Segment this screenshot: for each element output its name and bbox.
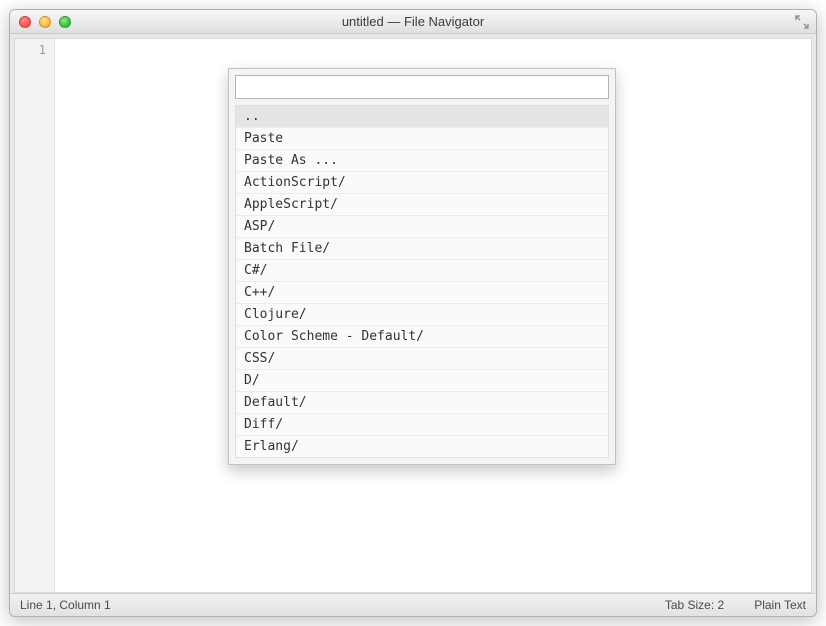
palette-item-default[interactable]: Default/ [236,392,608,414]
palette-item-asp[interactable]: ASP/ [236,216,608,238]
window-title: untitled — File Navigator [10,14,816,29]
palette-item-batch-file[interactable]: Batch File/ [236,238,608,260]
file-navigator-palette: .. Paste Paste As ... ActionScript/ Appl… [228,68,616,465]
status-syntax[interactable]: Plain Text [754,598,806,612]
minimize-icon[interactable] [39,16,51,28]
status-bar: Line 1, Column 1 Tab Size: 2 Plain Text [10,593,816,616]
window-body: 1 .. Paste Paste As ... ActionScript/ Ap… [10,34,816,593]
close-icon[interactable] [19,16,31,28]
status-position[interactable]: Line 1, Column 1 [20,598,111,612]
palette-item-clojure[interactable]: Clojure/ [236,304,608,326]
app-window: untitled — File Navigator 1 .. Paste Pas… [9,9,817,617]
palette-item-paste[interactable]: Paste [236,128,608,150]
traffic-lights [19,16,71,28]
palette-item-paste-as[interactable]: Paste As ... [236,150,608,172]
palette-item-applescript[interactable]: AppleScript/ [236,194,608,216]
zoom-icon[interactable] [59,16,71,28]
palette-input[interactable] [235,75,609,99]
line-number: 1 [15,43,46,57]
palette-item-diff[interactable]: Diff/ [236,414,608,436]
status-tab-size[interactable]: Tab Size: 2 [665,598,724,612]
gutter: 1 [15,39,55,592]
palette-item-color-scheme-default[interactable]: Color Scheme - Default/ [236,326,608,348]
fullscreen-icon[interactable] [794,14,810,30]
palette-list: .. Paste Paste As ... ActionScript/ Appl… [235,105,609,458]
palette-item-actionscript[interactable]: ActionScript/ [236,172,608,194]
titlebar: untitled — File Navigator [10,10,816,34]
palette-item-parent[interactable]: .. [236,106,608,128]
palette-item-css[interactable]: CSS/ [236,348,608,370]
palette-item-d[interactable]: D/ [236,370,608,392]
palette-item-cpp[interactable]: C++/ [236,282,608,304]
palette-item-erlang[interactable]: Erlang/ [236,436,608,457]
palette-item-csharp[interactable]: C#/ [236,260,608,282]
